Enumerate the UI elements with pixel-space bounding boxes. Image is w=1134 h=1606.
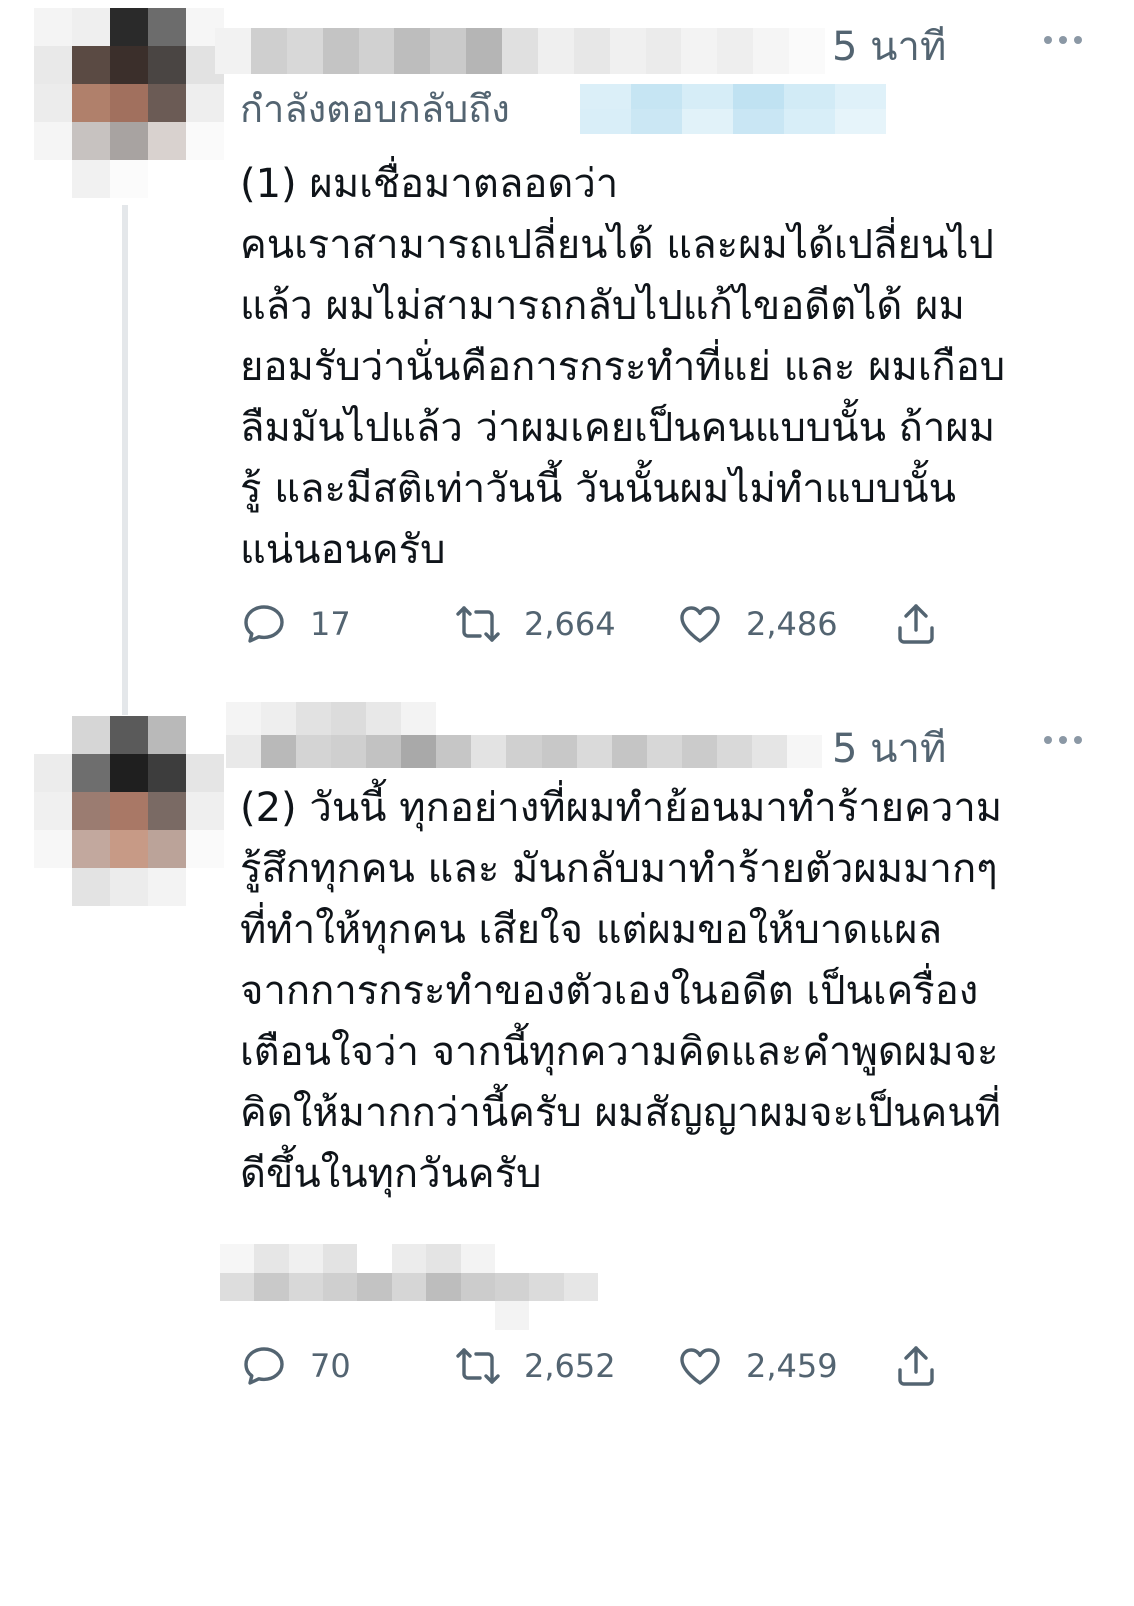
tweet-actions: 70 2,652 2,459 (240, 1338, 960, 1394)
retweet-icon (456, 1348, 500, 1384)
blurred-display-name[interactable] (215, 28, 825, 74)
reply-count: 17 (310, 605, 351, 643)
timestamp[interactable]: 5 นาที (832, 716, 946, 780)
heart-icon (680, 1348, 720, 1385)
avatar[interactable] (34, 1416, 224, 1606)
share-button[interactable] (892, 596, 940, 652)
avatar[interactable] (34, 8, 224, 198)
share-button[interactable] (892, 1338, 940, 1394)
timestamp[interactable]: 5 นาที (832, 14, 946, 78)
blurred-media-content[interactable] (220, 1244, 598, 1330)
reply-button[interactable]: 17 (240, 596, 351, 652)
retweet-count: 2,652 (524, 1347, 616, 1385)
tweet-text: (2) วันนี้ ทุกอย่างที่ผมทำย้อนมาทำร้ายคว… (240, 778, 1110, 1205)
tweet-text-line: ดีขึ้นในทุกวันครับ (240, 1151, 542, 1197)
replying-to-row: กำลังตอบกลับถึง (240, 82, 510, 134)
tweet-1[interactable]: 5 นาที กำลังตอบกลับถึง (1) ผมเชื่อมาตลอด… (0, 0, 1134, 690)
retweet-count: 2,664 (524, 605, 616, 643)
avatar[interactable] (34, 716, 224, 906)
tweet-text-line: ยอมรับว่านั่นคือการกระทำที่แย่ และ ผมเกื… (240, 344, 1006, 390)
tweet-text-line: ลืมมันไปแล้ว ว่าผมเคยเป็นคนแบบนั้น ถ้าผม (240, 405, 996, 451)
tweet-text-line: แน่นอนครับ (240, 527, 446, 573)
share-icon (898, 604, 934, 644)
pixelated-avatar-image (34, 716, 224, 906)
blurred-display-name[interactable] (226, 702, 822, 768)
tweet-text-line: รู้ และมีสติเท่าวันนี้ วันนั้นผมไม่ทำแบบ… (240, 466, 956, 512)
retweet-button[interactable]: 2,652 (454, 1338, 616, 1394)
like-count: 2,459 (746, 1347, 838, 1385)
reply-icon (244, 605, 284, 643)
tweet-text-line: คนเราสามารถเปลี่ยนได้ และผมได้เปลี่ยนไป (240, 222, 994, 268)
tweet-text-line: (2) วันนี้ ทุกอย่างที่ผมทำย้อนมาทำร้ายคว… (240, 785, 1003, 831)
like-count: 2,486 (746, 605, 838, 643)
heart-icon (680, 606, 720, 643)
tweet-text-line: ที่ทำให้ทุกคน เสียใจ แต่ผมขอให้บาดแผล (240, 907, 943, 953)
more-options-icon[interactable] (1044, 30, 1094, 50)
tweet-text-line: แล้ว ผมไม่สามารถกลับไปแก้ไขอดีตได้ ผม (240, 283, 965, 329)
like-button[interactable]: 2,486 (676, 596, 838, 652)
pixelated-avatar-image (34, 8, 224, 198)
more-options-icon[interactable] (1044, 730, 1094, 750)
replying-to-label: กำลังตอบกลับถึง (240, 86, 510, 131)
reply-button[interactable]: 70 (240, 1338, 351, 1394)
tweet-text-line: คิดให้มากกว่านี้ครับ ผมสัญญาผมจะเป็นคนที… (240, 1090, 1001, 1136)
tweet-text-line: จากการกระทำของตัวเองในอดีต เป็นเครื่อง (240, 968, 979, 1014)
tweet-text-line: รู้สึกทุกคน และ มันกลับมาทำร้ายตัวผมมากๆ (240, 846, 998, 892)
retweet-icon (456, 606, 500, 642)
like-button[interactable]: 2,459 (676, 1338, 838, 1394)
retweet-button[interactable]: 2,664 (454, 596, 616, 652)
tweet-text: (1) ผมเชื่อมาตลอดว่า คนเราสามารถเปลี่ยนไ… (240, 154, 1110, 581)
tweet-text-line: เตือนใจว่า จากนี้ทุกความคิดและคำพูดผมจะ (240, 1029, 999, 1075)
blurred-reply-handle[interactable] (580, 84, 886, 134)
tweet-text-line: (1) ผมเชื่อมาตลอดว่า (240, 161, 619, 207)
reply-count: 70 (310, 1347, 351, 1385)
tweet-actions: 17 2,664 2,486 (240, 596, 960, 652)
share-icon (898, 1346, 934, 1386)
reply-icon (244, 1347, 284, 1385)
